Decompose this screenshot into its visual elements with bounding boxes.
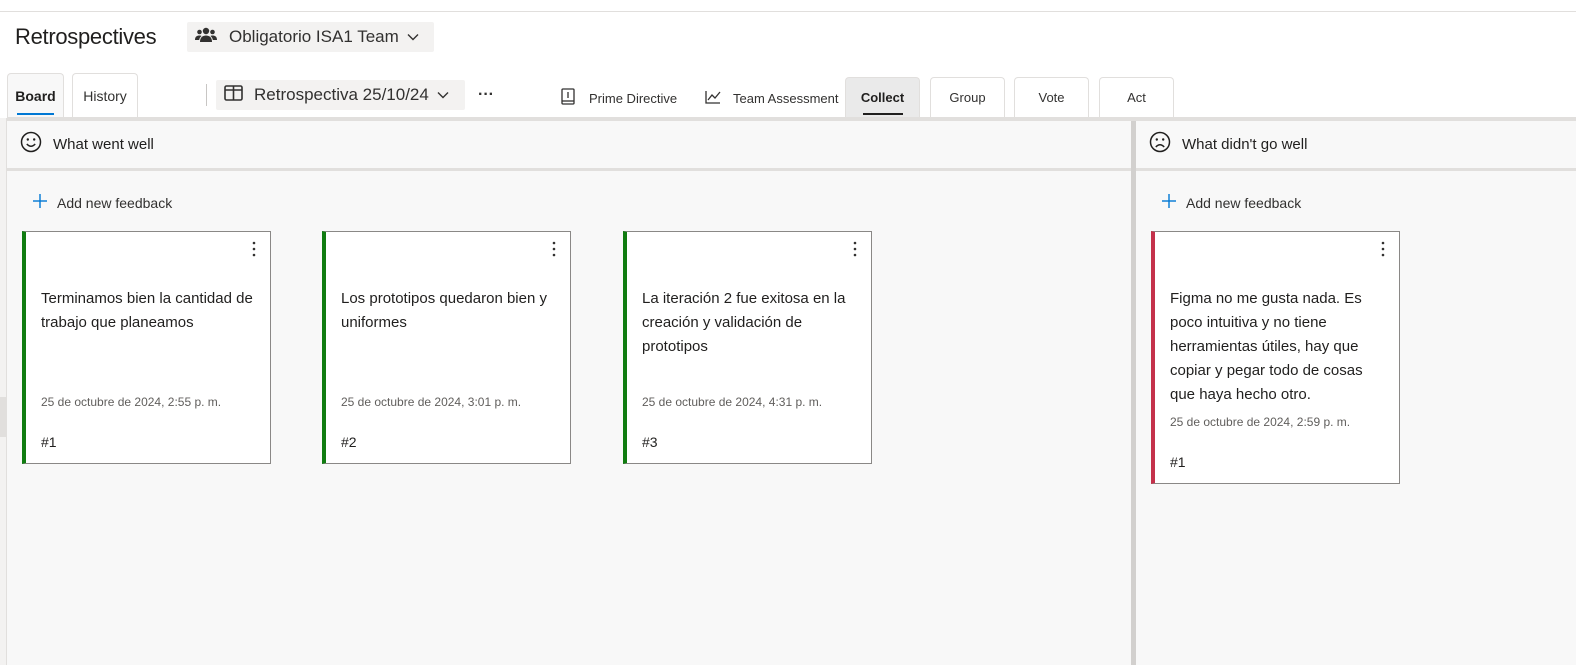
add-feedback-label: Add new feedback bbox=[1186, 194, 1302, 211]
stage-group[interactable]: Group bbox=[930, 77, 1005, 117]
left-rail-handle[interactable] bbox=[0, 397, 7, 437]
column-header: What went well bbox=[7, 121, 1131, 171]
tab-history[interactable]: History bbox=[72, 73, 138, 117]
board-name: Retrospectiva 25/10/24 bbox=[254, 85, 429, 104]
board-icon bbox=[224, 84, 243, 106]
selected-tab-indicator bbox=[17, 113, 54, 115]
card-number: #1 bbox=[1170, 454, 1186, 470]
stage-act-label: Act bbox=[1127, 90, 1146, 105]
column-what-didnt-go-well: What didn't go well Add new feedback Fig… bbox=[1136, 121, 1576, 665]
card-number: #2 bbox=[341, 434, 357, 450]
card-text: Terminamos bien la cantidad de trabajo q… bbox=[41, 290, 253, 331]
column-title: What didn't go well bbox=[1182, 136, 1308, 153]
column-title: What went well bbox=[53, 136, 154, 153]
card-number: #1 bbox=[41, 434, 57, 450]
card-date: 25 de octubre de 2024, 3:01 p. m. bbox=[341, 395, 522, 409]
column-header: What didn't go well bbox=[1136, 121, 1576, 171]
stage-act[interactable]: Act bbox=[1099, 77, 1174, 117]
card-menu-icon[interactable] bbox=[849, 240, 861, 258]
team-assessment-label: Team Assessment bbox=[733, 90, 839, 106]
card-text: La iteración 2 fue exitosa en la creació… bbox=[642, 290, 846, 355]
sad-icon bbox=[1149, 131, 1171, 158]
team-name: Obligatorio ISA1 Team bbox=[229, 27, 399, 46]
feedback-card[interactable]: Terminamos bien la cantidad de trabajo q… bbox=[22, 231, 271, 464]
chevron-down-icon bbox=[407, 28, 419, 46]
stage-collect[interactable]: Collect bbox=[845, 77, 920, 117]
top-divider bbox=[0, 11, 1576, 12]
team-selector[interactable]: Obligatorio ISA1 Team bbox=[187, 22, 434, 52]
tab-history-label: History bbox=[83, 87, 127, 104]
team-icon bbox=[195, 27, 217, 48]
feedback-card[interactable]: Los prototipos quedaron bien y uniformes… bbox=[322, 231, 571, 464]
card-date: 25 de octubre de 2024, 2:59 p. m. bbox=[1170, 415, 1351, 429]
smile-icon bbox=[20, 131, 42, 158]
card-menu-icon[interactable] bbox=[548, 240, 560, 258]
add-feedback-button[interactable]: Add new feedback bbox=[1161, 193, 1301, 212]
card-menu-icon[interactable] bbox=[248, 240, 260, 258]
plus-icon bbox=[1161, 193, 1177, 212]
board-selector[interactable]: Retrospectiva 25/10/24 bbox=[216, 80, 465, 110]
card-number: #3 bbox=[642, 434, 658, 450]
prime-directive-button[interactable]: Prime Directive bbox=[561, 86, 677, 110]
line-chart-icon bbox=[705, 90, 721, 107]
card-date: 25 de octubre de 2024, 4:31 p. m. bbox=[642, 395, 823, 409]
left-rail bbox=[0, 118, 7, 665]
column-what-went-well: What went well Add new feedback Terminam… bbox=[7, 121, 1131, 665]
stage-group-label: Group bbox=[949, 90, 986, 105]
card-text: Figma no me gusta nada. Es poco intuitiv… bbox=[1170, 290, 1363, 403]
page-title: Retrospectives bbox=[15, 24, 157, 49]
tab-board-label: Board bbox=[15, 87, 56, 104]
stage-collect-label: Collect bbox=[860, 90, 905, 105]
add-feedback-button[interactable]: Add new feedback bbox=[32, 193, 172, 212]
add-feedback-label: Add new feedback bbox=[57, 194, 173, 211]
more-options-button[interactable]: ··· bbox=[478, 86, 494, 104]
card-menu-icon[interactable] bbox=[1377, 240, 1389, 258]
feedback-card[interactable]: Figma no me gusta nada. Es poco intuitiv… bbox=[1151, 231, 1400, 484]
plus-icon bbox=[32, 193, 48, 212]
active-stage-indicator bbox=[863, 113, 903, 115]
toolbar-separator bbox=[206, 84, 207, 106]
stage-vote-label: Vote bbox=[1038, 90, 1065, 105]
tab-board[interactable]: Board bbox=[7, 73, 64, 117]
prime-directive-label: Prime Directive bbox=[589, 90, 678, 106]
feedback-card[interactable]: La iteración 2 fue exitosa en la creació… bbox=[623, 231, 872, 464]
card-date: 25 de octubre de 2024, 2:55 p. m. bbox=[41, 395, 222, 409]
card-text: Los prototipos quedaron bien y uniformes bbox=[341, 290, 547, 331]
book-icon bbox=[561, 88, 575, 108]
team-assessment-button[interactable]: Team Assessment bbox=[705, 86, 839, 110]
chevron-down-icon bbox=[437, 86, 449, 104]
stage-vote[interactable]: Vote bbox=[1014, 77, 1089, 117]
